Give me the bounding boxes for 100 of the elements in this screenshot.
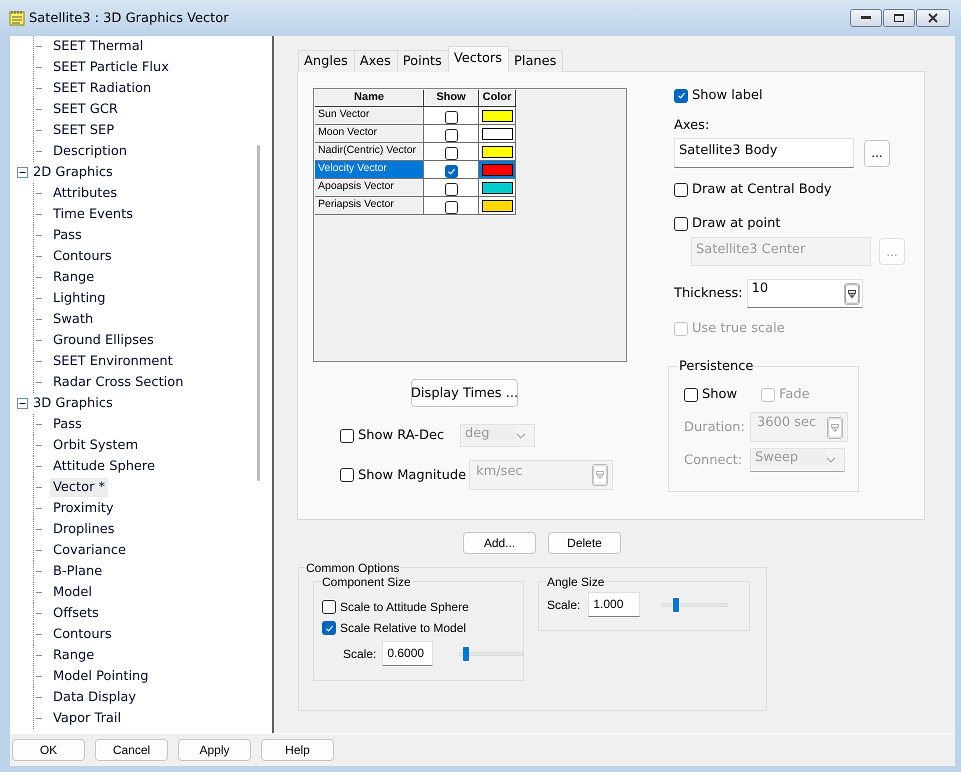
tree-item[interactable]: Description	[50, 142, 130, 161]
browse-button[interactable]: ...	[864, 140, 890, 166]
slider[interactable]	[458, 644, 523, 662]
table-cell: Sun Vector	[315, 107, 424, 125]
group-title: Component Size	[321, 575, 412, 589]
tree-item[interactable]: SEET Particle Flux	[50, 58, 172, 77]
add-button[interactable]: Add...	[463, 532, 536, 554]
tree-item[interactable]: SEET Environment	[50, 352, 176, 371]
scrollbar-thumb[interactable]	[257, 145, 260, 481]
table-cell: Nadir(Centric) Vector	[315, 143, 424, 161]
window-title: Satellite3 : 3D Graphics Vector	[29, 10, 229, 26]
thickness-field[interactable]: 10	[746, 279, 863, 308]
tab[interactable]: Points	[396, 50, 449, 72]
checkbox[interactable]	[340, 428, 354, 442]
color-swatch[interactable]	[482, 128, 512, 140]
table-row[interactable]: Moon Vector	[315, 125, 625, 143]
checkbox[interactable]	[340, 468, 354, 482]
help-button[interactable]: Help	[261, 739, 334, 761]
scale-field[interactable]: 1.000	[588, 592, 640, 617]
tree-item[interactable]: SEET Thermal	[50, 37, 146, 56]
cancel-button[interactable]: Cancel	[95, 739, 168, 761]
column-header: Show	[424, 90, 479, 107]
slider[interactable]	[662, 596, 728, 614]
close-button[interactable]	[916, 9, 950, 27]
group-title: Common Options	[305, 561, 400, 575]
tree-item[interactable]: Time Events	[50, 205, 136, 224]
collapse-icon[interactable]	[17, 398, 28, 409]
checkbox[interactable]	[444, 110, 458, 124]
tree-item[interactable]: Droplines	[50, 520, 118, 539]
tree-item[interactable]: Orbit System	[50, 436, 142, 455]
table-cell: Periapsis Vector	[315, 197, 424, 215]
tree-item[interactable]: Vapor Trail	[50, 709, 124, 728]
checkbox[interactable]	[444, 146, 458, 160]
tree-item[interactable]: 3D Graphics	[30, 394, 116, 413]
table-row[interactable]: Nadir(Centric) Vector	[315, 143, 625, 161]
table-cell: Velocity Vector	[315, 161, 424, 179]
tree-item[interactable]: Offsets	[50, 604, 102, 623]
color-swatch[interactable]	[482, 182, 512, 194]
tree-item[interactable]: Ground Ellipses	[50, 331, 157, 350]
tree-item[interactable]: Proximity	[50, 499, 117, 518]
color-swatch[interactable]	[482, 146, 512, 158]
spinner-icon[interactable]	[844, 283, 860, 305]
tree-item[interactable]: B-Plane	[50, 562, 106, 581]
scale-field[interactable]: 0.6000	[382, 641, 434, 666]
checkbox[interactable]	[444, 164, 458, 178]
tree-item[interactable]: Model	[50, 583, 96, 602]
tree-item[interactable]: Data Display	[50, 688, 140, 707]
tree-item[interactable]: 2D Graphics	[30, 163, 116, 182]
tree-item[interactable]: Attributes	[50, 184, 120, 203]
tab[interactable]: Axes	[354, 50, 398, 72]
minimize-button[interactable]	[850, 9, 882, 27]
tree-item[interactable]: Swath	[50, 310, 96, 329]
tree-item[interactable]: Range	[50, 646, 98, 665]
checkbox[interactable]	[674, 88, 688, 102]
tree-item[interactable]: Contours	[50, 625, 115, 644]
tab[interactable]: Angles	[298, 50, 355, 72]
tree-item[interactable]: SEET GCR	[50, 100, 121, 119]
tree-item[interactable]: SEET SEP	[50, 121, 118, 140]
checkbox[interactable]	[684, 388, 698, 402]
checkbox[interactable]	[322, 600, 336, 614]
group-title: Angle Size	[546, 575, 606, 589]
maximize-button[interactable]	[883, 9, 915, 27]
table-row[interactable]: Periapsis Vector	[315, 197, 625, 215]
tree-item[interactable]: Radar Cross Section	[50, 373, 186, 392]
color-swatch[interactable]	[482, 200, 512, 212]
axes-label: Axes:	[674, 118, 710, 133]
tree-item[interactable]: Range	[50, 268, 98, 287]
axes-field[interactable]: Satellite3 Body	[674, 138, 854, 168]
tree-item[interactable]: Contours	[50, 247, 115, 266]
color-swatch[interactable]	[482, 110, 512, 122]
tree-item[interactable]: Lighting	[50, 289, 109, 308]
slider-thumb[interactable]	[673, 598, 680, 612]
tree-item[interactable]: Covariance	[50, 541, 129, 560]
slider-thumb[interactable]	[463, 646, 470, 660]
tree-item[interactable]: Model Pointing	[50, 667, 152, 686]
table-row[interactable]: Velocity Vector	[315, 161, 625, 179]
checkbox[interactable]	[674, 216, 688, 230]
apply-button[interactable]: Apply	[178, 739, 251, 761]
tab[interactable]: Planes	[508, 50, 564, 72]
table-row[interactable]: Sun Vector	[315, 107, 625, 125]
checkbox[interactable]	[444, 128, 458, 142]
collapse-icon[interactable]	[17, 167, 28, 178]
duration-label: Duration:	[684, 420, 746, 434]
display-times-button[interactable]: Display Times ...	[411, 379, 518, 407]
tree-item[interactable]: SEET Radiation	[50, 79, 154, 98]
tab[interactable]: Vectors	[448, 46, 510, 72]
checkbox[interactable]	[674, 182, 688, 196]
tree-item[interactable]: Pass	[50, 415, 85, 434]
checkbox-label: Scale to Attitude Sphere	[340, 600, 469, 614]
checkbox[interactable]	[322, 621, 336, 635]
tree-item[interactable]: Attitude Sphere	[50, 457, 158, 476]
color-swatch[interactable]	[482, 164, 512, 176]
tree-item[interactable]: Vector *	[50, 478, 108, 497]
delete-button[interactable]: Delete	[548, 532, 621, 554]
tree-item[interactable]: Pass	[50, 226, 85, 245]
checkbox[interactable]	[444, 200, 458, 214]
ok-button[interactable]: OK	[12, 739, 85, 761]
minimize-icon	[861, 16, 871, 20]
table-row[interactable]: Apoapsis Vector	[315, 179, 625, 197]
checkbox[interactable]	[444, 182, 458, 196]
